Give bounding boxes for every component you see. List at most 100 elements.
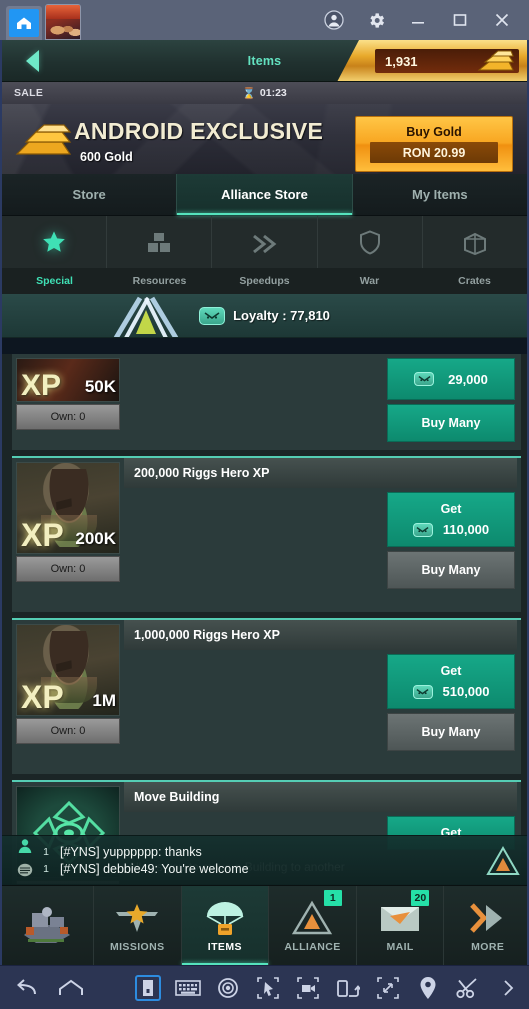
buy-many-button[interactable]: Buy Many xyxy=(387,551,515,589)
table-row[interactable]: 200,000 Riggs Hero XP XP 200K Own: 0 Get xyxy=(12,456,521,612)
category-special[interactable] xyxy=(2,216,108,268)
record-video-icon[interactable] xyxy=(295,975,321,1001)
item-action-column: Get 110,000 Buy Many xyxy=(387,492,515,589)
nav-item-more[interactable]: MORE xyxy=(444,886,527,965)
gear-icon[interactable] xyxy=(365,9,387,31)
item-price: 110,000 xyxy=(442,522,490,537)
shield-icon xyxy=(359,229,381,255)
tab-alliance-store[interactable]: Alliance Store xyxy=(176,174,353,215)
item-xp-label: XP xyxy=(21,679,64,715)
buy-gold-button[interactable]: Buy Gold RON 20.99 xyxy=(355,116,513,172)
account-icon[interactable] xyxy=(323,9,345,31)
category-crates[interactable] xyxy=(423,216,527,268)
tab-store[interactable]: Store xyxy=(2,174,176,215)
location-pin-icon[interactable] xyxy=(415,975,441,1001)
item-thumbnail-wrap: XP 50K Own: 0 xyxy=(16,358,120,430)
maximize-button[interactable] xyxy=(449,9,471,31)
chat-message: [#YNS] debbie49: You're welcome xyxy=(60,862,249,876)
item-xp-label: XP xyxy=(21,517,64,553)
item-row-body: XP 1M Own: 0 Get 510,000 Buy Many xyxy=(12,624,521,774)
bottom-nav: MISSIONS ITEMS ALLIANCE 1 MAIL 20 MORE xyxy=(2,885,527,965)
nav-item-mail-label: MAIL xyxy=(386,941,414,953)
rotate-screen-icon[interactable] xyxy=(335,975,361,1001)
get-button[interactable]: Get 510,000 xyxy=(387,654,515,709)
item-row-body: XP 50K Own: 0 29,000 Buy Many xyxy=(12,354,521,450)
item-action-column: Get 510,000 Buy Many xyxy=(387,654,515,751)
bluestacks-home-tab[interactable] xyxy=(6,6,42,40)
get-button[interactable]: Get 110,000 xyxy=(387,492,515,547)
tab-my-items[interactable]: My Items xyxy=(353,174,527,215)
buy-gold-price: RON 20.99 xyxy=(370,142,498,163)
buy-many-button[interactable]: Buy Many xyxy=(387,404,515,442)
category-crates-label: Crates xyxy=(458,275,491,287)
wings-star-icon xyxy=(114,898,160,938)
multi-instance-icon[interactable] xyxy=(135,974,161,1001)
nav-item-base[interactable] xyxy=(2,886,94,965)
loyalty-text: Loyalty : 77,810 xyxy=(233,308,330,323)
double-chevron-icon xyxy=(251,229,279,255)
chat-bar[interactable]: 1 1 [#YNS] yupppppp: thanks [#YNS] debbi… xyxy=(2,835,527,885)
nav-item-more-label: MORE xyxy=(471,941,505,953)
item-price-button[interactable]: 29,000 xyxy=(387,358,515,400)
minimize-button[interactable] xyxy=(407,9,429,31)
cursor-macro-icon[interactable] xyxy=(255,975,281,1001)
category-resources[interactable] xyxy=(107,216,213,268)
nav-item-mail[interactable]: MAIL 20 xyxy=(357,886,445,965)
gold-amount: 1,931 xyxy=(385,53,418,69)
table-row[interactable]: 1,000,000 Riggs Hero XP XP 1M Own: 0 Get xyxy=(12,618,521,774)
nav-item-missions[interactable]: MISSIONS xyxy=(94,886,182,965)
keyboard-icon[interactable] xyxy=(175,975,201,1001)
hourglass-icon: ⌛ xyxy=(242,87,256,100)
item-thumbnail: XP 50K xyxy=(16,358,120,402)
back-icon[interactable] xyxy=(14,975,40,1001)
promo-subtitle: 600 Gold xyxy=(80,150,133,164)
nav-item-items[interactable]: ITEMS xyxy=(181,886,270,965)
tab-store-label: Store xyxy=(72,187,106,202)
bluestacks-title-bar xyxy=(0,0,529,40)
fullscreen-icon[interactable] xyxy=(375,975,401,1001)
promo-banner[interactable]: ANDROID EXCLUSIVE 600 Gold Buy Gold RON … xyxy=(2,104,527,174)
item-xp-amount: 50K xyxy=(84,377,116,396)
house-icon xyxy=(9,9,39,37)
get-button-price: 110,000 xyxy=(412,522,490,537)
gold-bars-icon xyxy=(14,122,74,158)
sale-timer-value: 01:23 xyxy=(259,87,287,99)
loyalty-bar: Loyalty : 77,810 xyxy=(2,294,527,338)
category-war[interactable] xyxy=(318,216,423,268)
item-xp-label: XP xyxy=(21,369,62,402)
chat-bubble-icon xyxy=(17,863,33,883)
get-button-price: 510,000 xyxy=(412,684,490,699)
bluestacks-game-tab[interactable] xyxy=(45,4,81,40)
item-price: 510,000 xyxy=(442,684,490,699)
nav-item-alliance-label: ALLIANCE xyxy=(284,941,341,953)
get-button-label: Get xyxy=(440,502,462,516)
gold-counter[interactable]: 1,931 xyxy=(337,40,527,82)
person-icon xyxy=(17,838,33,859)
status-badge: 1 xyxy=(323,890,342,906)
table-row[interactable]: XP 50K Own: 0 29,000 Buy Many xyxy=(12,354,521,450)
buy-many-button[interactable]: Buy Many xyxy=(387,713,515,751)
nav-item-items-label: ITEMS xyxy=(207,941,242,953)
gold-bars-icon xyxy=(475,48,517,74)
eye-icon[interactable] xyxy=(215,975,241,1001)
alliance-emblem-icon[interactable] xyxy=(485,845,521,877)
item-xp-amount: 200K xyxy=(75,529,116,548)
expand-arrow-icon[interactable] xyxy=(495,975,521,1001)
item-thumbnail: XP 1M xyxy=(16,624,120,716)
home-icon[interactable] xyxy=(58,975,84,1001)
loyalty-badge-icon xyxy=(199,306,226,325)
close-button[interactable] xyxy=(491,9,513,31)
promo-title: ANDROID EXCLUSIVE xyxy=(74,118,324,144)
tab-my-items-label: My Items xyxy=(412,187,468,202)
nav-item-alliance[interactable]: ALLIANCE 1 xyxy=(269,886,357,965)
loyalty-badge-icon xyxy=(414,372,435,386)
category-speedups[interactable] xyxy=(212,216,318,268)
scissors-icon[interactable] xyxy=(455,975,481,1001)
bluestacks-toolbar xyxy=(0,965,529,1009)
chat-icon-column xyxy=(12,838,38,883)
store-tab-bar: Store Alliance Store My Items xyxy=(2,174,527,216)
nav-item-missions-label: MISSIONS xyxy=(109,941,165,953)
alliance-emblem-icon xyxy=(90,294,200,337)
loyalty-badge-icon xyxy=(412,684,433,699)
item-list[interactable]: XP 50K Own: 0 29,000 Buy Many 200,000 Ri… xyxy=(2,354,527,884)
